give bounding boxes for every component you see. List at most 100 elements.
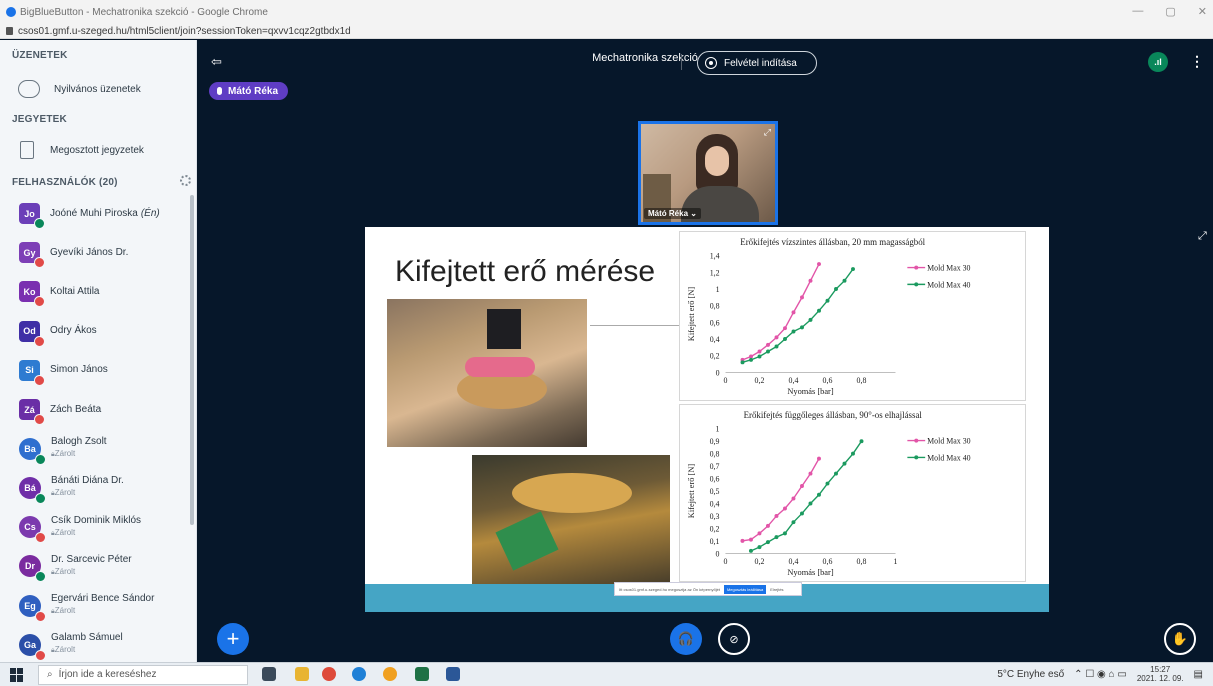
legend-marker xyxy=(914,455,919,460)
chat-bubble-icon xyxy=(18,80,40,98)
user-settings-gear-icon[interactable] xyxy=(180,175,191,186)
user-name: Joóné Muhi Piroska xyxy=(50,207,138,219)
user-list-item[interactable]: Ba Balogh Zsolt 🔒︎Zárolt xyxy=(0,429,190,468)
avatar-initials: Ga xyxy=(23,639,36,650)
actions-plus-button[interactable]: + xyxy=(217,623,249,655)
locked-label: Zárolt xyxy=(54,566,76,576)
webcam-video[interactable]: Mátó Réka ⌄ ⤢ xyxy=(638,121,778,225)
weather-text[interactable]: 5°C Enyhe eső xyxy=(997,669,1064,680)
close-icon[interactable]: ✕ xyxy=(1198,5,1207,18)
public-chat-item[interactable]: Nyilvános üzenetek xyxy=(0,76,196,102)
user-info: Koltai Attila xyxy=(50,286,99,298)
data-point xyxy=(749,357,753,362)
y-tick-label: 0,7 xyxy=(710,462,720,471)
sidebar: ÜZENETEK Nyilvános üzenetek JEGYETEK Meg… xyxy=(0,40,197,662)
data-point xyxy=(859,439,864,444)
connection-status-icon[interactable]: .ıl xyxy=(1148,52,1168,72)
avatar-initials: Od xyxy=(23,326,36,337)
data-point xyxy=(748,548,753,553)
edge-icon[interactable] xyxy=(352,667,366,681)
x-tick-label: 0,6 xyxy=(823,376,833,385)
user-list-item[interactable]: Eg Egervári Bence Sándor 🔒︎Zárolt xyxy=(0,586,190,625)
fullscreen-icon[interactable]: ⤢ xyxy=(764,127,771,138)
data-point xyxy=(817,308,821,313)
data-point xyxy=(791,520,796,525)
user-list-item[interactable]: Bá Bánáti Diána Dr. 🔒︎Zárolt xyxy=(0,468,190,507)
data-point xyxy=(765,523,770,528)
camera-off-button[interactable]: ⊘ xyxy=(718,623,750,655)
shared-notes-item[interactable]: Megosztott jegyzetek xyxy=(0,137,196,163)
avatar-initials: Eg xyxy=(24,600,36,611)
muted-badge-icon xyxy=(34,374,45,386)
data-point xyxy=(757,545,762,550)
webcam-user-name[interactable]: Mátó Réka ⌄ xyxy=(644,208,701,219)
x-tick-label: 0,2 xyxy=(755,557,765,566)
user-list-item[interactable]: Jo Joóné Muhi Piroska (Én) xyxy=(0,194,190,233)
file-explorer-icon[interactable] xyxy=(295,667,309,681)
user-list-item[interactable]: Gy Gyevíki János Dr. xyxy=(0,233,190,272)
clock[interactable]: 15:27 2021. 12. 09. xyxy=(1137,665,1184,683)
user-list-item[interactable]: Si Simon János xyxy=(0,351,190,390)
chart-title: Erőkifejtés vízszintes állásban, 20 mm m… xyxy=(740,237,925,247)
user-name: Csík Dominik Miklós xyxy=(51,514,142,526)
chrome-icon[interactable] xyxy=(322,667,336,681)
windows-start-icon[interactable] xyxy=(10,667,24,682)
data-point xyxy=(791,310,796,315)
data-point xyxy=(757,531,762,536)
record-button[interactable]: Felvétel indítása xyxy=(697,51,817,75)
connector-line xyxy=(590,325,680,326)
stop-sharing-button[interactable]: Megosztás leállítása xyxy=(723,584,767,594)
main-area: ⇦ Mechatronika szekció Felvétel indítása… xyxy=(197,40,1213,662)
data-point xyxy=(757,349,762,354)
record-icon xyxy=(705,57,717,69)
tray-icons[interactable]: ⌃ ☐ ◉ ⌂ ▭ xyxy=(1074,669,1127,680)
user-list-scrollbar[interactable] xyxy=(190,195,194,525)
chart-vertical-svg: Erőkifejtés függőleges állásban, 90°-os … xyxy=(687,410,971,577)
raise-hand-button[interactable]: ✋ xyxy=(1164,623,1196,655)
load-cell-photo xyxy=(472,455,670,584)
taskbar-search-box[interactable]: ⌕ Írjon ide a kereséshez xyxy=(38,664,248,685)
word-icon[interactable] xyxy=(446,667,460,681)
muted-badge-icon xyxy=(34,335,45,347)
user-name: Simon János xyxy=(50,364,108,376)
avatar-initials: Si xyxy=(25,365,34,376)
options-menu-icon[interactable]: ⋮ xyxy=(1190,53,1204,70)
user-list-item[interactable]: Dr Dr. Sarcevic Péter 🔒︎Zárolt xyxy=(0,547,190,586)
user-info: Odry Ákos xyxy=(50,325,97,337)
data-point xyxy=(757,354,762,359)
user-list-item[interactable]: Cs Csík Dominik Miklós 🔒︎Zárolt xyxy=(0,508,190,547)
data-point xyxy=(842,461,847,466)
screen-share-text: Itt csos01.gmf.u-szeged.hu megosztja az … xyxy=(619,586,720,592)
user-info: Dr. Sarcevic Péter 🔒︎Zárolt xyxy=(51,554,132,579)
y-tick-label: 0 xyxy=(716,368,720,377)
task-view-icon[interactable] xyxy=(262,667,276,681)
y-tick-label: 0,6 xyxy=(710,475,720,484)
avatar: Od xyxy=(19,320,45,347)
user-list-item[interactable]: Od Odry Ákos xyxy=(0,312,190,351)
url-text[interactable]: csos01.gmf.u-szeged.hu/html5client/join?… xyxy=(18,26,351,37)
talking-indicator[interactable]: Mátó Réka xyxy=(209,82,289,100)
maximize-icon[interactable]: ▢ xyxy=(1165,5,1175,18)
x-tick-label: 0,4 xyxy=(789,376,799,385)
data-point xyxy=(817,262,821,267)
avatar-initials: Ko xyxy=(23,286,36,297)
excel-icon[interactable] xyxy=(415,667,429,681)
user-list-item[interactable]: Ko Koltai Attila xyxy=(0,272,190,311)
data-point xyxy=(851,451,855,456)
hide-notice-button[interactable]: Elrejtés xyxy=(770,587,783,592)
user-list-item[interactable]: Ga Galamb Sámuel 🔒︎Zárolt xyxy=(0,625,190,662)
presentation-fullscreen-icon[interactable]: ⤢ xyxy=(1198,230,1207,243)
headphones-audio-button[interactable]: 🎧 xyxy=(670,623,702,655)
avatar-initials: Zá xyxy=(24,404,35,415)
user-locked-status: 🔒︎Zárolt xyxy=(51,605,154,618)
address-bar[interactable]: csos01.gmf.u-szeged.hu/html5client/join?… xyxy=(0,24,1213,39)
minimize-icon[interactable]: — xyxy=(1132,5,1143,18)
chrome-canary-icon[interactable] xyxy=(383,667,397,681)
avatar-initials: Ba xyxy=(24,443,36,454)
y-tick-label: 0,9 xyxy=(710,437,720,446)
notifications-icon[interactable]: ▤ xyxy=(1194,669,1203,680)
data-point xyxy=(791,496,796,501)
locked-label: Zárolt xyxy=(54,449,76,459)
chart-title: Erőkifejtés függőleges állásban, 90°-os … xyxy=(744,410,923,420)
user-list-item[interactable]: Zá Zách Beáta xyxy=(0,390,190,429)
